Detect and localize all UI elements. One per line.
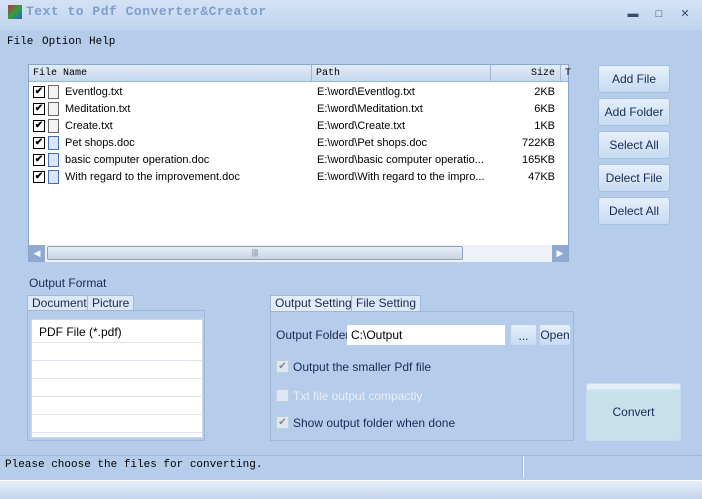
list-header: File Name Path Size T <box>29 65 571 82</box>
file-size: 722KB <box>521 137 555 149</box>
tab-output-setting[interactable]: Output Setting <box>270 295 357 311</box>
row-checkbox[interactable]: ✔ <box>33 120 45 132</box>
row-checkbox[interactable]: ✔ <box>33 154 45 166</box>
output-folder-input[interactable]: C:\Output <box>347 325 505 345</box>
add-file-button[interactable]: Add File <box>598 65 670 93</box>
output-format-panel: PDF File (*.pdf) <box>27 310 205 441</box>
format-list[interactable]: PDF File (*.pdf) <box>31 319 203 438</box>
tab-file-setting[interactable]: File Setting <box>351 295 422 311</box>
smaller-pdf-label: Output the smaller Pdf file <box>293 360 432 374</box>
bottom-bar <box>0 480 702 499</box>
row-checkbox[interactable]: ✔ <box>33 137 45 149</box>
file-list[interactable]: File Name Path Size T ✔ Eventlog.txt E:\… <box>28 64 571 262</box>
scroll-thumb[interactable]: ||| <box>47 246 463 260</box>
tab-picture[interactable]: Picture <box>87 295 135 311</box>
file-name: Meditation.txt <box>65 103 131 115</box>
file-path: E:\word\Pet shops.doc <box>317 137 428 149</box>
file-row[interactable]: ✔ basic computer operation.doc E:\word\b… <box>29 152 568 169</box>
file-name: Create.txt <box>65 120 113 132</box>
output-folder-label: Output Folder <box>276 328 350 342</box>
close-button[interactable]: ✕ <box>678 8 692 20</box>
output-format-label: Output Format <box>29 276 107 290</box>
txt-compact-label: Txt file output compactly <box>293 389 423 403</box>
convert-button[interactable]: Convert <box>586 383 681 441</box>
row-checkbox[interactable]: ✔ <box>33 103 45 115</box>
file-size: 47KB <box>528 171 555 183</box>
column-path[interactable]: Path <box>312 65 491 82</box>
show-folder-label: Show output folder when done <box>293 416 456 430</box>
file-size: 6KB <box>534 103 555 115</box>
txt-file-icon <box>48 119 59 133</box>
row-checkbox[interactable]: ✔ <box>33 86 45 98</box>
file-size: 165KB <box>521 154 555 166</box>
delect-all-button[interactable]: Delect All <box>598 197 670 225</box>
add-folder-button[interactable]: Add Folder <box>598 98 670 126</box>
file-path: E:\word\Meditation.txt <box>317 103 423 115</box>
horizontal-scrollbar[interactable]: ◀ ||| ▶ <box>29 245 568 262</box>
show-folder-checkbox[interactable]: ✔ <box>276 416 289 429</box>
menu-option[interactable]: Option <box>42 36 82 48</box>
file-name: Eventlog.txt <box>65 86 123 98</box>
tab-document[interactable]: Document <box>27 295 92 311</box>
file-row[interactable]: ✔ Pet shops.doc E:\word\Pet shops.doc 72… <box>29 135 568 152</box>
file-row[interactable]: ✔ With regard to the improvement.doc E:\… <box>29 169 568 186</box>
txt-file-icon <box>48 85 59 99</box>
file-size: 2KB <box>534 86 555 98</box>
window-title: Text to Pdf Converter&Creator <box>26 4 267 19</box>
file-name: Pet shops.doc <box>65 137 135 149</box>
file-name: basic computer operation.doc <box>65 154 210 166</box>
status-text: Please choose the files for converting. <box>5 459 263 471</box>
scroll-right-icon[interactable]: ▶ <box>552 245 568 262</box>
doc-file-icon <box>48 153 59 167</box>
file-row[interactable]: ✔ Eventlog.txt E:\word\Eventlog.txt 2KB <box>29 84 568 101</box>
smaller-pdf-checkbox[interactable]: ✔ <box>276 360 289 373</box>
file-size: 1KB <box>534 120 555 132</box>
select-all-button[interactable]: Select All <box>598 131 670 159</box>
doc-file-icon <box>48 136 59 150</box>
file-row[interactable]: ✔ Meditation.txt E:\word\Meditation.txt … <box>29 101 568 118</box>
maximize-button[interactable]: □ <box>652 8 666 20</box>
column-type[interactable]: T <box>561 65 571 82</box>
delect-file-button[interactable]: Delect File <box>598 164 670 192</box>
column-file-name[interactable]: File Name <box>29 65 312 82</box>
scroll-left-icon[interactable]: ◀ <box>29 245 45 262</box>
row-checkbox[interactable]: ✔ <box>33 171 45 183</box>
file-path: E:\word\Create.txt <box>317 120 406 132</box>
minimize-button[interactable]: ▬ <box>626 8 640 20</box>
column-size[interactable]: Size <box>491 65 561 82</box>
app-icon <box>8 5 22 19</box>
menu-help[interactable]: Help <box>89 36 115 48</box>
doc-file-icon <box>48 170 59 184</box>
file-row[interactable]: ✔ Create.txt E:\word\Create.txt 1KB <box>29 118 568 135</box>
file-path: E:\word\Eventlog.txt <box>317 86 415 98</box>
browse-button[interactable]: ... <box>511 325 536 345</box>
file-name: With regard to the improvement.doc <box>65 171 240 183</box>
format-item-pdf[interactable]: PDF File (*.pdf) <box>39 325 122 339</box>
txt-file-icon <box>48 102 59 116</box>
menu-file[interactable]: File <box>7 36 33 48</box>
txt-compact-checkbox[interactable] <box>276 389 289 402</box>
open-button[interactable]: Open <box>540 325 570 345</box>
